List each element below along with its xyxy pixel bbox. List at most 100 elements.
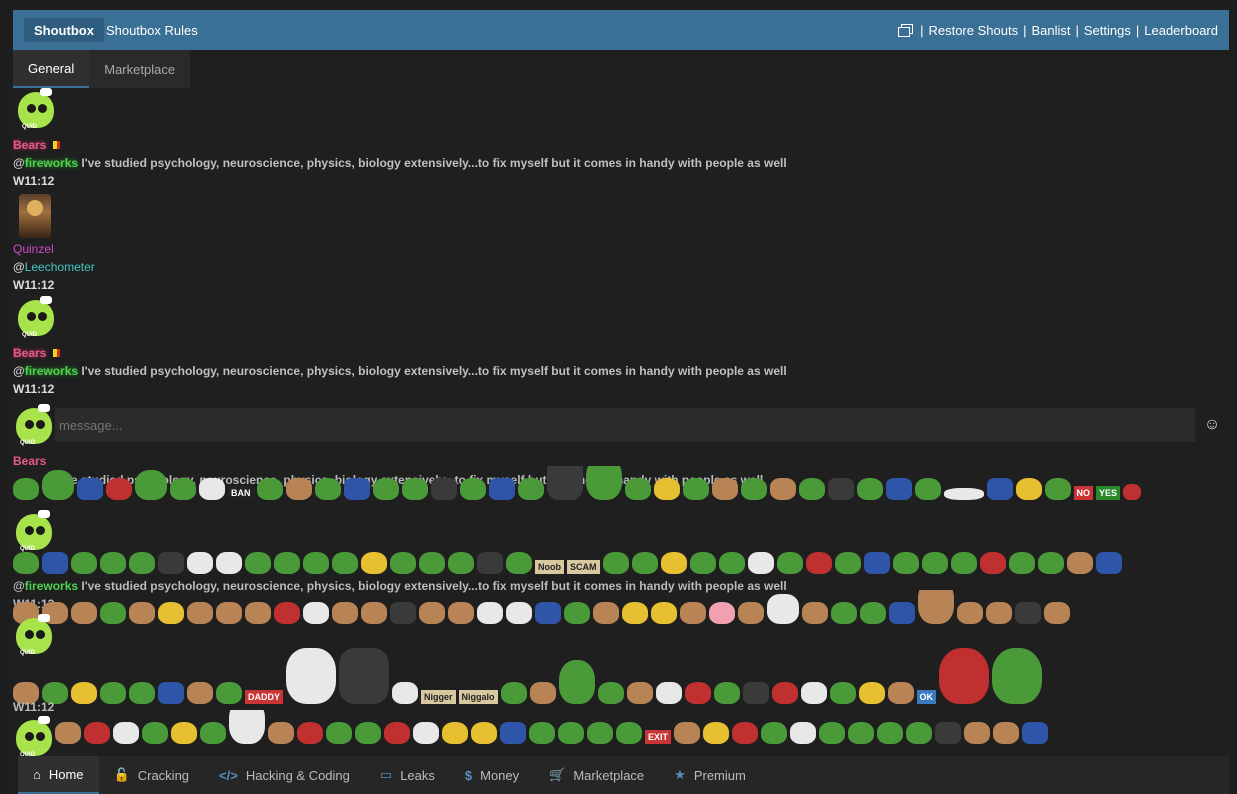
emoji-icon[interactable]: [71, 682, 97, 704]
emoji-icon[interactable]: Noob: [535, 560, 564, 574]
emoji-icon[interactable]: [500, 682, 527, 704]
emoji-icon[interactable]: [711, 478, 738, 500]
settings-link[interactable]: Settings: [1084, 23, 1131, 38]
emoji-icon[interactable]: [802, 602, 828, 624]
emoji-icon[interactable]: [558, 660, 595, 704]
emoji-icon[interactable]: [314, 478, 341, 500]
emoji-icon[interactable]: [268, 722, 294, 744]
emoji-icon[interactable]: [326, 722, 352, 744]
emoji-icon[interactable]: [285, 478, 312, 500]
emoji-icon[interactable]: [597, 682, 624, 704]
emoji-icon[interactable]: [442, 722, 468, 744]
emoji-icon[interactable]: [564, 602, 590, 624]
emoji-icon[interactable]: [877, 722, 904, 744]
nav-money[interactable]: $ Money: [450, 756, 534, 794]
emoji-icon[interactable]: [776, 552, 803, 574]
emoji-icon[interactable]: [135, 470, 167, 500]
emoji-icon[interactable]: [500, 722, 526, 744]
emoji-icon[interactable]: OK: [916, 690, 937, 704]
emoji-icon[interactable]: [718, 552, 745, 574]
emoji-icon[interactable]: [199, 478, 225, 500]
emoji-icon[interactable]: [616, 722, 642, 744]
shoutbox-rules-link[interactable]: Shoutbox Rules: [106, 23, 198, 38]
emoji-icon[interactable]: [848, 722, 875, 744]
emoji-icon[interactable]: [738, 602, 764, 624]
emoji-icon[interactable]: [71, 602, 97, 624]
emoji-icon[interactable]: [100, 682, 126, 704]
emoji-icon[interactable]: [684, 682, 711, 704]
emoji-icon[interactable]: [682, 478, 709, 500]
emoji-icon[interactable]: [558, 722, 584, 744]
emoji-icon[interactable]: [660, 552, 687, 574]
emoji-icon[interactable]: [805, 552, 832, 574]
emoji-icon[interactable]: [747, 552, 774, 574]
emoji-icon[interactable]: [506, 602, 532, 624]
emoji-icon[interactable]: [713, 682, 740, 704]
emoji-icon[interactable]: [129, 552, 155, 574]
emoji-icon[interactable]: Niggalo: [458, 690, 498, 704]
emoji-icon[interactable]: [860, 602, 886, 624]
message-input[interactable]: [55, 408, 1195, 442]
emoji-icon[interactable]: [1037, 552, 1064, 574]
emoji-icon[interactable]: [488, 478, 515, 500]
emoji-icon[interactable]: [200, 722, 226, 744]
emoji-icon[interactable]: [390, 602, 416, 624]
emoji-icon[interactable]: [517, 478, 544, 500]
nav-leaks[interactable]: ▭ Leaks: [365, 756, 450, 794]
emoji-icon[interactable]: [950, 552, 977, 574]
emoji-icon[interactable]: [631, 552, 658, 574]
heart-icon[interactable]: [1123, 484, 1142, 500]
emoji-icon[interactable]: [979, 552, 1006, 574]
emoji-icon[interactable]: [390, 552, 416, 574]
emoji-icon[interactable]: [297, 722, 323, 744]
emoji-icon[interactable]: [798, 478, 825, 500]
emoji-icon[interactable]: [361, 602, 387, 624]
emoji-icon[interactable]: [732, 722, 759, 744]
restore-shouts-link[interactable]: Restore Shouts: [928, 23, 1018, 38]
emoji-icon[interactable]: [856, 478, 883, 500]
emoji-icon[interactable]: [529, 722, 555, 744]
emoji-icon[interactable]: [84, 722, 110, 744]
emoji-icon[interactable]: [906, 722, 933, 744]
emoji-icon[interactable]: [626, 682, 653, 704]
emoji-icon[interactable]: [332, 602, 358, 624]
emoji-icon[interactable]: [771, 682, 798, 704]
emoji-icon[interactable]: [993, 722, 1020, 744]
emoji-icon[interactable]: [187, 682, 213, 704]
avatar[interactable]: QUID: [15, 296, 57, 344]
emoji-icon[interactable]: [986, 602, 1012, 624]
emoji-icon[interactable]: [585, 466, 622, 500]
emoji-icon[interactable]: [413, 722, 439, 744]
emoji-icon[interactable]: [448, 602, 474, 624]
emoji-icon[interactable]: [680, 602, 706, 624]
emoji-icon[interactable]: [129, 682, 155, 704]
emoji-icon[interactable]: [740, 478, 767, 500]
nav-hacking-coding[interactable]: </> Hacking & Coding: [204, 756, 365, 794]
emoji-icon[interactable]: [129, 602, 155, 624]
emoji-icon[interactable]: [829, 682, 856, 704]
emoji-icon[interactable]: [602, 552, 629, 574]
emoji-icon[interactable]: [831, 602, 857, 624]
emoji-icon[interactable]: [401, 478, 428, 500]
emoji-icon[interactable]: [709, 602, 735, 624]
emoji-icon[interactable]: EXIT: [645, 730, 672, 744]
emoji-icon[interactable]: [256, 478, 283, 500]
emoji-icon[interactable]: [921, 552, 948, 574]
emoji-icon[interactable]: [653, 478, 680, 500]
emoji-icon[interactable]: [742, 682, 769, 704]
emoji-icon[interactable]: [655, 682, 682, 704]
emoji-icon[interactable]: [1015, 602, 1041, 624]
emoji-icon[interactable]: [863, 552, 890, 574]
emoji-icon[interactable]: [42, 552, 68, 574]
emoji-icon[interactable]: BAN: [228, 486, 254, 500]
emoji-icon[interactable]: SCAM: [567, 560, 600, 574]
emoji-icon[interactable]: [1044, 478, 1071, 500]
emoji-icon[interactable]: [506, 552, 532, 574]
emoji-icon[interactable]: [187, 552, 213, 574]
emoji-icon[interactable]: [477, 602, 503, 624]
emoji-icon[interactable]: [158, 682, 184, 704]
emoji-icon[interactable]: [229, 710, 265, 744]
emoji-icon[interactable]: [1015, 478, 1042, 500]
emoji-icon[interactable]: Nigger: [421, 690, 456, 704]
emoji-icon[interactable]: [769, 478, 796, 500]
